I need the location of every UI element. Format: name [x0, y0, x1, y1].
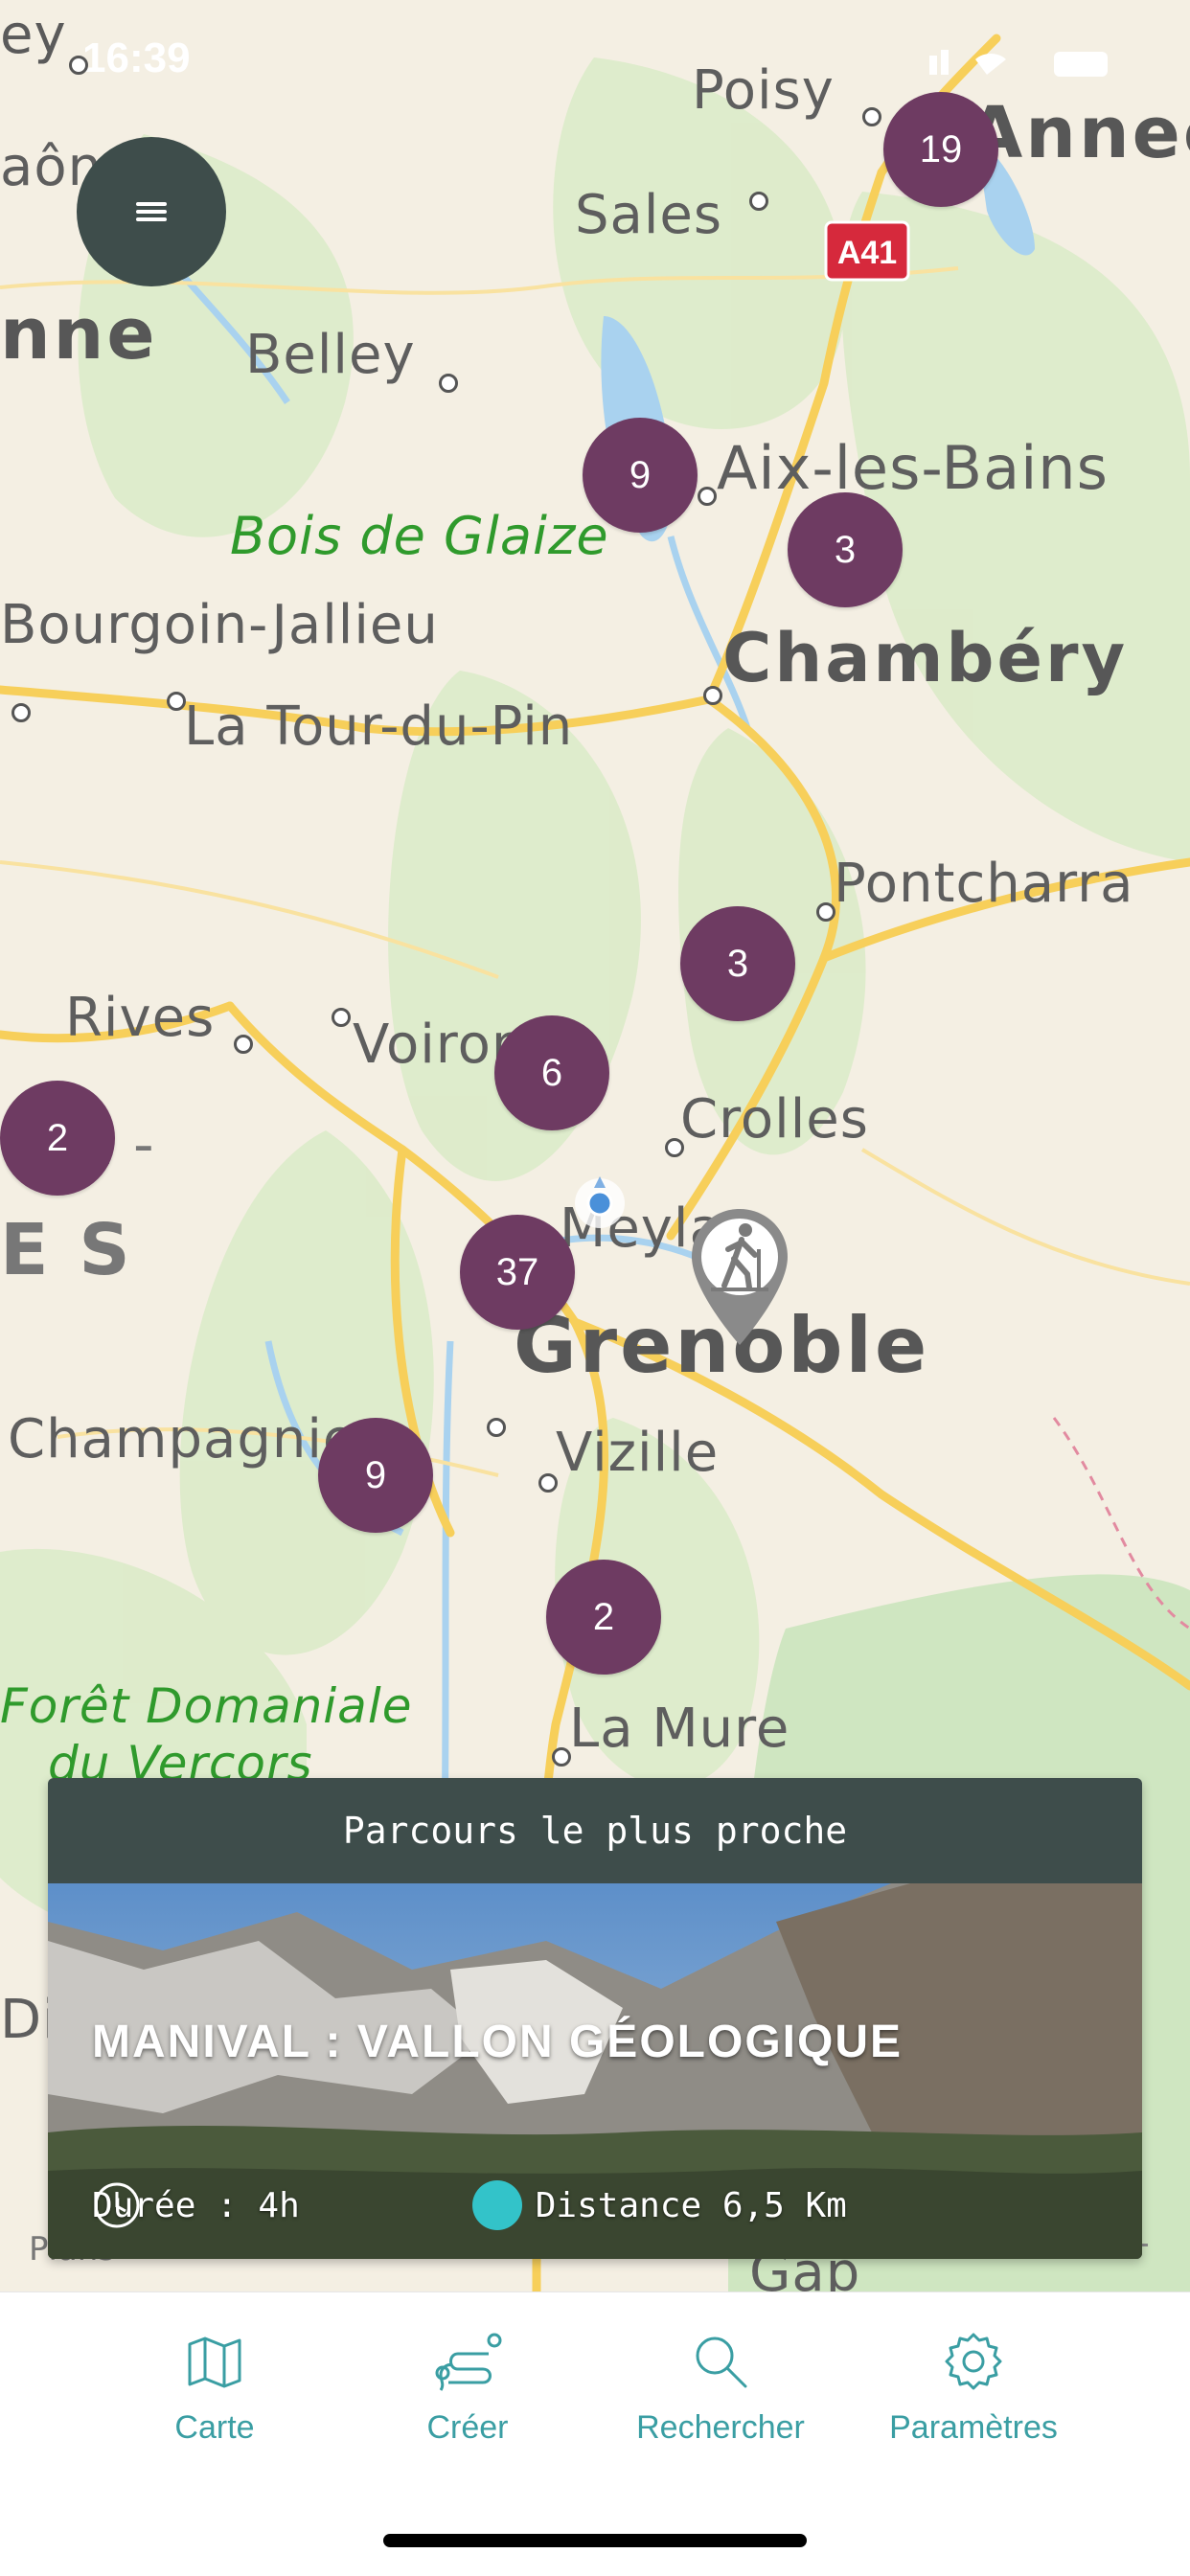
town-dot [665, 1138, 684, 1157]
forest-label: Bois de Glaize [230, 506, 609, 566]
route-cluster[interactable]: 2 [546, 1560, 661, 1675]
hiker-pin-icon[interactable] [686, 1205, 793, 1349]
menu-button[interactable] [77, 137, 226, 286]
town-dot [552, 1747, 571, 1767]
status-icons [929, 50, 1108, 77]
town-dot [487, 1418, 506, 1437]
route-cluster[interactable]: 3 [680, 906, 795, 1021]
place-label: La Mure [569, 1698, 790, 1760]
route-photo: MANIVAL : VALLON GÉOLOGIQUE Durée : 4h D… [48, 1883, 1142, 2259]
route-cluster[interactable]: 19 [883, 92, 998, 207]
route-title: MANIVAL : VALLON GÉOLOGIQUE [92, 2017, 903, 2067]
map-icon [188, 2337, 241, 2388]
tab-carte[interactable]: Carte [119, 2331, 310, 2447]
town-dot [439, 374, 458, 393]
forest-label: Forêt Domaniale [0, 1678, 413, 1734]
place-label: Aix-les-Bains [717, 433, 1109, 503]
route-cluster[interactable]: 3 [788, 492, 903, 607]
distance-dot-icon [471, 2180, 522, 2230]
tab-parametres[interactable]: Paramètres [878, 2331, 1069, 2447]
tab-creer[interactable]: Créer [372, 2331, 563, 2447]
route-cluster[interactable]: 2 [0, 1081, 115, 1196]
place-label: Annecy [968, 92, 1190, 174]
place-label: Bourgoin-Jallieu [0, 594, 439, 656]
tab-label: Rechercher [636, 2409, 805, 2446]
duration-item: Durée : 4h [92, 2182, 300, 2228]
town-dot [698, 487, 717, 506]
town-dot [862, 107, 881, 126]
road-shield-label: A41 [836, 234, 898, 271]
town-dot [749, 192, 768, 211]
place-label: ey [0, 4, 67, 66]
status-time: 16:39 [82, 34, 191, 81]
tab-label: Paramètres [889, 2409, 1058, 2446]
town-dot [703, 686, 722, 705]
place-label: La Tour-du-Pin [184, 695, 574, 758]
place-label: nne [0, 293, 158, 376]
user-location-icon [575, 1176, 625, 1228]
route-cluster[interactable]: 9 [583, 418, 698, 533]
route-meta: Durée : 4h Distance 6,5 Km [92, 2180, 847, 2230]
route-cluster[interactable]: 6 [494, 1015, 609, 1130]
route-cluster[interactable]: 9 [318, 1418, 433, 1533]
place-label: Belley [245, 324, 416, 386]
town-dot [816, 902, 835, 922]
card-header: Parcours le plus proche [48, 1778, 1142, 1883]
route-cluster[interactable]: 37 [460, 1215, 575, 1330]
distance-text: Distance 6,5 Km [535, 2185, 847, 2225]
town-dot [167, 692, 186, 711]
place-label: E S [0, 1209, 133, 1291]
hamburger-icon [136, 202, 167, 221]
search-icon [696, 2337, 747, 2388]
place-label: Vizille [556, 1422, 720, 1484]
gear-icon [945, 2333, 1002, 2390]
place-label: Rives [65, 987, 216, 1049]
tab-label: Créer [426, 2409, 509, 2446]
distance-item: Distance 6,5 Km [471, 2180, 847, 2230]
tab-rechercher[interactable]: Rechercher [625, 2331, 816, 2447]
town-dot [538, 1473, 558, 1493]
home-indicator[interactable] [383, 2534, 807, 2547]
route-create-icon [435, 2333, 502, 2391]
map-view[interactable]: 16:39 ey aôn nne Poisy Annecy Sales Bell… [0, 0, 1190, 2291]
place-label: Crolles [680, 1088, 869, 1151]
clock-icon [94, 2182, 140, 2228]
place-label: Sales [575, 184, 723, 246]
tab-label: Carte [174, 2409, 255, 2446]
place-label: Chambéry [722, 619, 1129, 697]
town-dot [332, 1008, 351, 1027]
nearest-route-card[interactable]: Parcours le plus proche MANIVAL : VALLON… [48, 1778, 1142, 2259]
place-label: Pontcharra [834, 853, 1134, 915]
place-label: Poisy [692, 59, 835, 122]
town-dot [69, 56, 88, 75]
town-dot [234, 1035, 253, 1054]
town-dot [11, 703, 31, 722]
